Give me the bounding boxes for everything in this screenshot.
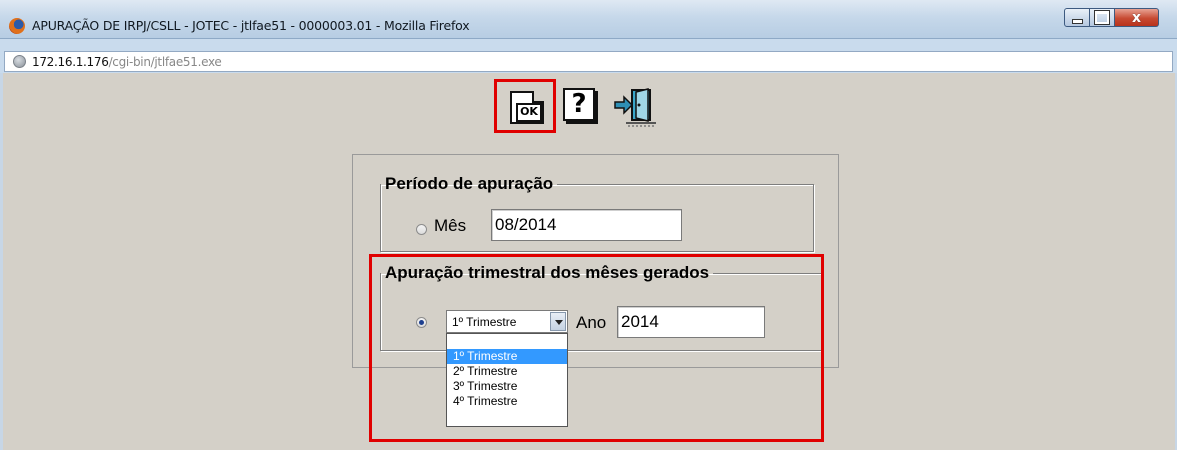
url-text: 172.16.1.176/cgi-bin/jtlfae51.exe	[32, 55, 222, 69]
trimestre-select-value: 1º Trimestre	[452, 315, 517, 329]
dropdown-option-4[interactable]: 4º Trimestre	[447, 394, 567, 409]
window-title: APURAÇÃO DE IRPJ/CSLL - JOTEC - jtlfae51…	[32, 18, 470, 33]
url-path: /cgi-bin/jtlfae51.exe	[108, 55, 222, 69]
page-fold	[532, 91, 544, 103]
mes-label: Mês	[434, 216, 467, 235]
ano-label: Ano	[576, 313, 607, 332]
trimestre-select[interactable]: 1º Trimestre	[446, 310, 568, 333]
dropdown-option-2[interactable]: 2º Trimestre	[447, 364, 567, 379]
dropdown-option-1[interactable]: 1º Trimestre	[447, 349, 567, 364]
exit-button[interactable]	[612, 88, 660, 128]
close-button[interactable]: x	[1115, 8, 1159, 27]
maximize-icon	[1094, 10, 1110, 25]
dropdown-option-3[interactable]: 3º Trimestre	[447, 379, 567, 394]
help-button[interactable]: ?	[563, 88, 597, 124]
dropdown-option-empty[interactable]	[447, 334, 567, 349]
radio-trimestral[interactable]	[416, 317, 427, 328]
trimestral-legend: Apuração trimestral dos mêses gerados	[385, 263, 710, 282]
firefox-icon	[9, 18, 25, 34]
ano-input[interactable]: 2014	[617, 306, 765, 338]
maximize-button[interactable]	[1090, 8, 1115, 27]
periodo-legend: Período de apuração	[385, 174, 554, 193]
dropdown-arrow-icon[interactable]	[550, 312, 566, 331]
ok-document-icon: OK	[510, 91, 544, 124]
address-bar: 172.16.1.176/cgi-bin/jtlfae51.exe	[0, 39, 1177, 73]
close-icon: x	[1131, 9, 1142, 26]
globe-icon	[13, 55, 26, 68]
radio-mes[interactable]	[416, 224, 427, 235]
help-icon: ?	[563, 88, 595, 121]
window-title-bar[interactable]: APURAÇÃO DE IRPJ/CSLL - JOTEC - jtlfae51…	[0, 0, 1177, 39]
minimize-icon	[1071, 18, 1083, 24]
trimestre-dropdown-list: 1º Trimestre 2º Trimestre 3º Trimestre 4…	[446, 333, 568, 427]
url-host: 172.16.1.176	[32, 55, 109, 69]
url-field[interactable]: 172.16.1.176/cgi-bin/jtlfae51.exe	[4, 51, 1173, 72]
minimize-button[interactable]	[1064, 8, 1090, 27]
mes-input[interactable]: 08/2014	[491, 209, 682, 241]
window-controls: x	[1064, 8, 1159, 28]
ok-button[interactable]: OK	[494, 79, 556, 133]
exit-door-icon	[614, 88, 656, 127]
ok-icon-label: OK	[516, 103, 542, 122]
form-panel: Período de apuração Apuração trimestral …	[352, 154, 839, 368]
